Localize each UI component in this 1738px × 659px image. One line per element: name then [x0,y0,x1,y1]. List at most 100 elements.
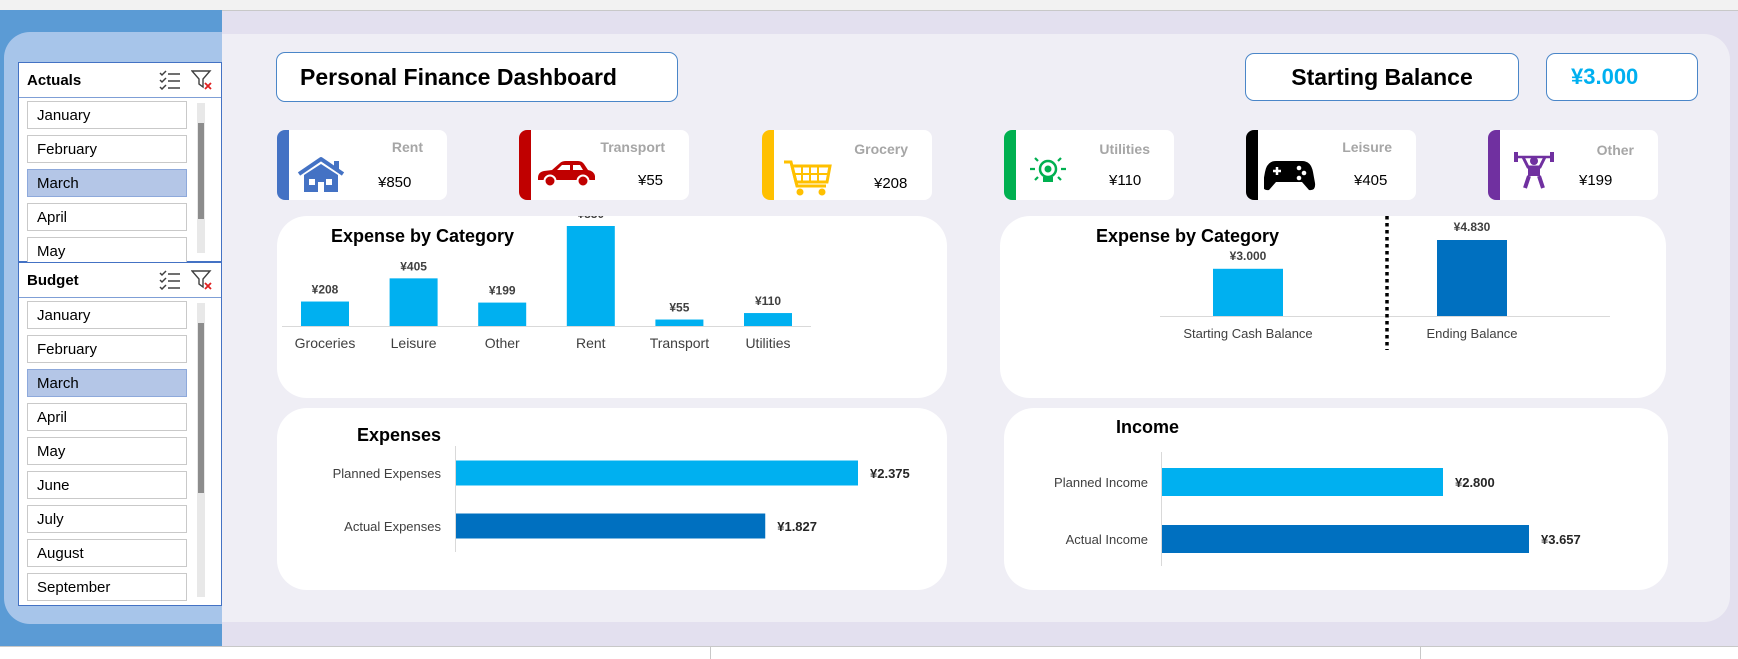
budget-scroll-thumb[interactable] [198,323,204,493]
card-accent-bar [762,130,774,200]
actuals-slicer: Actuals January February March April May [18,62,222,263]
starting-balance-label: Starting Balance [1291,63,1473,90]
actuals-slicer-title: Actuals [27,71,82,89]
card-value: ¥110 [1109,172,1142,189]
card-utilities: Utilities ¥110 [1004,130,1174,200]
card-value: ¥199 [1579,172,1613,189]
tick-label: Groceries [295,335,356,351]
slicer-item-april[interactable]: April [27,203,187,231]
card-leisure: Leisure ¥405 [1246,130,1416,200]
slicer-item-march[interactable]: March [27,169,187,197]
bar [566,226,615,326]
slicer-item-june[interactable]: June [27,471,187,499]
bar [1162,525,1529,553]
actuals-scrollbar[interactable] [197,103,205,253]
multi-select-icon[interactable] [159,69,181,91]
slicer-item-may[interactable]: May [27,437,187,465]
tick-label: Actual Expenses [344,519,441,534]
card-other: Other ¥199 [1488,130,1658,200]
card-rent: Rent ¥850 [277,130,447,200]
data-label: ¥3.657 [1541,532,1581,547]
card-label: Transport [600,139,665,155]
balance-chart: ¥3.000 Starting Cash Balance ¥4.830 Ending … [1160,216,1610,350]
clear-filter-icon[interactable] [191,69,213,91]
tick-label: Rent [576,335,606,351]
budget-slicer-header: Budget [19,263,221,298]
card-value: ¥405 [1354,172,1388,189]
slicer-item-january[interactable]: January [27,301,187,329]
balance-panel: Expense by Category ¥3.000 Starting Cash … [1000,216,1666,398]
card-label: Leisure [1342,139,1392,155]
bar [389,278,438,326]
card-grocery: Grocery ¥208 [762,130,932,200]
budget-slicer-title: Budget [27,271,79,289]
bar [1437,240,1507,316]
slicer-item-april[interactable]: April [27,403,187,431]
data-label: ¥1.827 [777,519,817,534]
page-title: Personal Finance Dashboard [300,63,617,90]
budget-slicer-list: January February March April May June July Augu… [27,301,187,603]
income-panel: Income ¥2.800 Planned Income ¥3.657 Actual … [1004,408,1668,590]
actuals-slicer-list: January February March April May [27,101,187,263]
data-label: ¥199 [489,284,516,298]
slicer-item-march[interactable]: March [27,369,187,397]
card-accent-bar [1004,130,1016,200]
clear-filter-icon[interactable] [191,269,213,291]
slicer-item-august[interactable]: August [27,539,187,567]
multi-select-icon[interactable] [159,269,181,291]
tick-label: Starting Cash Balance [1183,326,1312,341]
tick-label: Utilities [745,335,790,351]
data-label: ¥2.800 [1455,475,1495,490]
bar [744,313,792,326]
bar [478,302,527,326]
expenses-chart: ¥2.375 Planned Expenses ¥1.827 Actual Expen… [333,446,910,552]
slicer-item-september[interactable]: September [27,573,187,601]
bar [1213,268,1283,316]
slicer-item-february[interactable]: February [27,135,187,163]
card-value: ¥208 [874,175,908,192]
tick-label: Planned Expenses [333,466,442,481]
starting-balance-value: ¥3.000 [1571,64,1639,89]
window-top-bar [0,0,1738,11]
budget-slicer: Budget January February March April May June J… [18,262,222,606]
bar [655,319,704,326]
actuals-slicer-header: Actuals [19,63,221,98]
data-label: ¥2.375 [870,466,910,481]
card-label: Other [1596,142,1634,158]
dashboard-title-box: Personal Finance Dashboard [276,52,678,102]
window-bottom-bar [0,646,1738,659]
slicer-item-january[interactable]: January [27,101,187,129]
tick-label: Leisure [391,335,437,351]
tick-label: Other [485,335,520,351]
budget-scrollbar[interactable] [197,303,205,597]
cart-icon [784,160,832,196]
actuals-scroll-thumb[interactable] [198,123,204,219]
tick-label: Ending Balance [1426,326,1517,341]
card-label: Utilities [1099,141,1150,157]
expenses-panel: Expenses ¥2.375 Planned Expenses ¥1.827 Act… [277,408,947,590]
slicer-item-july[interactable]: July [27,505,187,533]
slicer-item-february[interactable]: February [27,335,187,363]
expense-by-category-panel: Expense by Category ¥208 Groceries ¥405 Lei… [277,216,947,398]
data-label: ¥55 [669,301,689,315]
tick-label: Transport [650,335,710,351]
card-accent-bar [519,130,531,200]
card-transport: Transport ¥55 [519,130,689,200]
gamepad-icon [1264,161,1316,191]
bar [301,301,349,326]
data-label: ¥850 [577,216,604,221]
data-label: ¥405 [400,259,427,273]
weightlifter-icon [1514,152,1554,189]
card-accent-bar [1488,130,1500,200]
card-value: ¥850 [378,174,412,191]
card-label: Grocery [854,141,908,157]
card-label: Rent [391,139,423,155]
starting-balance-label-box: Starting Balance [1245,53,1519,101]
slicer-item-may[interactable]: May [27,237,187,263]
house-icon [297,157,345,192]
data-label: ¥208 [312,283,339,297]
income-chart: ¥2.800 Planned Income ¥3.657 Actual Income [1054,452,1581,566]
data-label: ¥4.830 [1454,220,1491,234]
tick-label: Planned Income [1054,475,1148,490]
data-label: ¥110 [755,294,781,308]
